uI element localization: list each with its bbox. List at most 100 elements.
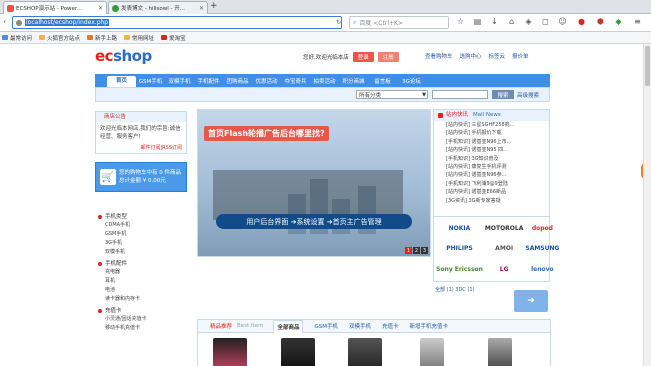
ecshop-logo[interactable]: ecshop [95,47,152,65]
login-button[interactable]: 登录 [352,52,374,62]
bookmark-common[interactable]: 常用网址 [124,34,154,42]
advanced-search-link[interactable]: 高级搜索 [517,91,539,99]
banner-page-3[interactable]: 3 [421,247,428,254]
addon-icon[interactable]: ● [577,17,586,26]
cart-summary[interactable]: 🛒 您的购物车中有 0 件商品 总计金额 ¥ 0.00元 [95,162,187,192]
scrollbar-thumb[interactable] [645,46,650,86]
banner-cta[interactable]: 用户后台界面 ➔系统设置 ➔首页主广告管理 [216,214,412,229]
brand-nokia[interactable]: NOKIA [436,219,483,238]
nav-group-buy[interactable]: 团购商品 [223,77,252,85]
banner-page-2[interactable]: 2 [413,247,420,254]
bookmark-taobao[interactable]: 爱淘宝 [161,34,186,42]
new-tab-button[interactable]: + [210,1,218,11]
vertical-scrollbar[interactable] [643,44,651,366]
tag-cloud-link[interactable]: 标签云 [489,52,506,60]
category-item[interactable]: 充电器 [95,268,187,277]
cart-link[interactable]: 查看购物车 [425,52,453,60]
brand-samsung[interactable]: SAMSUNG [525,240,559,259]
bookmark-most-visited[interactable]: 最常访问 [2,34,32,42]
news-item[interactable]: [站内快讯] 手机报价下载 [434,129,549,137]
brand-amoi[interactable]: AMOI [485,240,523,259]
tab-new-card[interactable]: 新增手机充值卡 [410,322,449,330]
news-item[interactable]: [站内快讯] 诺基亚N95 四... [434,146,549,154]
category-item[interactable]: CDMA手机 [95,221,187,230]
news-item[interactable]: [站内快讯] 诺基亚N96参... [434,171,549,179]
category-item[interactable]: 耳机 [95,277,187,286]
brand-motorola[interactable]: MOTOROLA [485,219,523,238]
category-item[interactable]: 读卡器和内存卡 [95,295,187,304]
reading-list-icon[interactable]: ▤ [473,17,482,26]
brand-pages[interactable]: 全部 (1) 3DC (1) [435,286,474,293]
url-input[interactable]: localhost/ecshop/index.php [25,19,110,26]
subscribe-link[interactable]: 邮件订阅|RSS订阅 [96,144,186,151]
news-item[interactable]: [站内快讯] 康复生手机评测 [434,163,549,171]
bookmark-firefox[interactable]: 火狐官方站点 [39,34,80,42]
bookmark-getting-started[interactable]: 新手上路 [87,34,117,42]
tab-all[interactable]: 全部商品 [273,319,304,333]
search-button[interactable]: 搜索 [492,90,514,99]
download-icon[interactable]: ↓ [490,17,499,26]
news-item[interactable]: [手机知识] 3G知识普及 [434,155,549,163]
nav-home[interactable]: 首页 [107,76,136,87]
brand-philips[interactable]: PHILIPS [436,240,483,259]
tab-card[interactable]: 充值卡 [382,322,399,330]
category-item[interactable]: 双模手机 [95,248,187,257]
category-item[interactable]: 移动手机充值卡 [95,324,187,333]
product-image[interactable] [488,338,512,366]
menu-icon[interactable]: ≡ [633,17,642,26]
close-tab-icon[interactable]: ✕ [199,5,204,12]
category-item[interactable]: 小灵通/固话充值卡 [95,315,187,324]
register-button[interactable]: 注册 [377,52,399,62]
category-item[interactable]: 电池 [95,286,187,295]
category-heading[interactable]: 手机类型 [95,213,187,221]
tab-gsm[interactable]: GSM手机 [314,322,338,330]
nav-promotion[interactable]: 优惠活动 [252,77,281,85]
nav-gsm[interactable]: GSM手机 [136,77,165,85]
news-item[interactable]: [站内快讯] 三星SGHF258商... [434,121,549,129]
product-image[interactable] [281,338,315,366]
tab-blog[interactable]: 发表博文 - hillsowl - 开... ✕ [108,1,208,14]
category-item[interactable]: 3G手机 [95,239,187,248]
site-info-icon[interactable] [16,19,22,26]
keyword-input[interactable] [432,90,488,99]
category-select[interactable]: 所有分类 ▼ [356,90,428,99]
quote-link[interactable]: 报价单 [512,52,529,60]
news-item[interactable]: [手机知识] 诺基亚N96上市... [434,138,549,146]
tab-ecshop[interactable]: ECSHOP演示站 - Power... ✕ [3,1,107,14]
nav-auction[interactable]: 拍卖活动 [310,77,339,85]
address-bar[interactable]: localhost/ecshop/index.php [12,16,342,29]
nav-dual[interactable]: 双模手机 [165,77,194,85]
banner-page-1[interactable]: 1 [405,247,412,254]
shield-icon[interactable]: ◆ [614,17,623,26]
reload-icon[interactable]: ↻ [334,18,343,27]
pick-center-link[interactable]: 选购中心 [460,52,482,60]
brand-lg[interactable]: LG [485,260,523,279]
pocket-icon[interactable]: ◈ [524,17,533,26]
brand-lenovo[interactable]: lenovo [525,260,559,279]
brand-dopod[interactable]: dopod [525,219,559,238]
star-icon[interactable]: ☆ [456,17,465,26]
chat-icon[interactable]: ◻ [541,17,550,26]
product-image[interactable] [348,338,382,366]
category-item[interactable]: GSM手机 [95,230,187,239]
news-item[interactable]: [手机知识] 飞利浦9@9登陆 [434,180,549,188]
nav-accessories[interactable]: 手机配件 [194,77,223,85]
brand-sony-ericsson[interactable]: Sony Ericsson [436,260,483,279]
category-heading[interactable]: 充值卡 [95,307,187,315]
product-image[interactable] [213,338,247,366]
product-image[interactable] [420,338,444,366]
news-item[interactable]: [3G资讯] 3G新专家答疑 [434,197,549,205]
search-field[interactable]: ⌕ 百度 <Ctrl+K> [349,16,449,29]
nav-guestbook[interactable]: 留言板 [368,77,397,85]
close-tab-icon[interactable]: ✕ [98,5,103,12]
adblock-icon[interactable]: ⬢ [596,17,605,26]
nav-forum[interactable]: 3G论坛 [397,77,426,85]
flash-banner[interactable]: 首页Flash轮播广告后台哪里找? 用户后台界面 ➔系统设置 ➔首页主广告管理 … [197,109,431,257]
back-arrow-icon[interactable]: ‹ [3,17,6,26]
sync-icon[interactable]: ☺ [558,17,567,26]
nav-snatch[interactable]: 夺宝奇兵 [281,77,310,85]
nav-points[interactable]: 积分商城 [339,77,368,85]
more-brands-arrow-icon[interactable]: ➜ [514,290,548,312]
category-heading[interactable]: 手机配件 [95,260,187,268]
home-icon[interactable]: ⌂ [507,17,516,26]
